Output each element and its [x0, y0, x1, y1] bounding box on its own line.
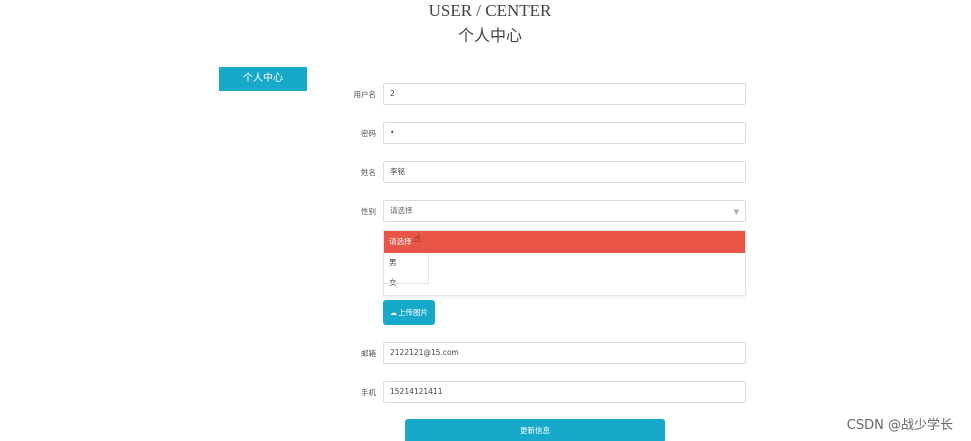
gender-option-female[interactable]: 女: [384, 273, 745, 293]
hand-cursor-icon: ☝: [414, 233, 421, 245]
cloud-upload-icon: ☁: [390, 309, 397, 317]
password-label: 密码: [361, 129, 376, 138]
sidebar-tab-user-center[interactable]: 个人中心: [219, 67, 307, 91]
gender-label: 性别: [361, 207, 376, 216]
page-title-en: USER / CENTER: [428, 1, 552, 20]
username-field[interactable]: 2: [383, 83, 746, 105]
page-title-cn: 个人中心: [457, 26, 522, 45]
username-label: 用户名: [353, 90, 377, 99]
name-field[interactable]: 李铭: [383, 161, 746, 183]
gender-option-placeholder[interactable]: 请选择: [384, 231, 745, 253]
email-label: 邮箱: [361, 349, 376, 358]
watermark: CSDN @战少学长: [846, 418, 953, 433]
gender-select-value: 请选择: [390, 206, 413, 215]
update-info-button[interactable]: 更新信息: [405, 419, 665, 441]
gender-option-male[interactable]: 男: [384, 253, 745, 273]
upload-image-button[interactable]: ☁上传图片: [383, 300, 435, 325]
gender-dropdown: 请选择 男 女: [383, 230, 746, 296]
gender-select[interactable]: 请选择 ▼: [383, 200, 746, 222]
phone-field[interactable]: 15214121411: [383, 381, 746, 403]
upload-image-label: 上传图片: [398, 308, 428, 317]
phone-label: 手机: [361, 388, 376, 397]
email-field[interactable]: 2122121@15.com: [383, 342, 746, 364]
password-field[interactable]: •: [383, 122, 746, 144]
name-label: 姓名: [361, 168, 376, 177]
chevron-down-icon: ▼: [733, 208, 739, 216]
dropdown-divider: [384, 253, 429, 284]
